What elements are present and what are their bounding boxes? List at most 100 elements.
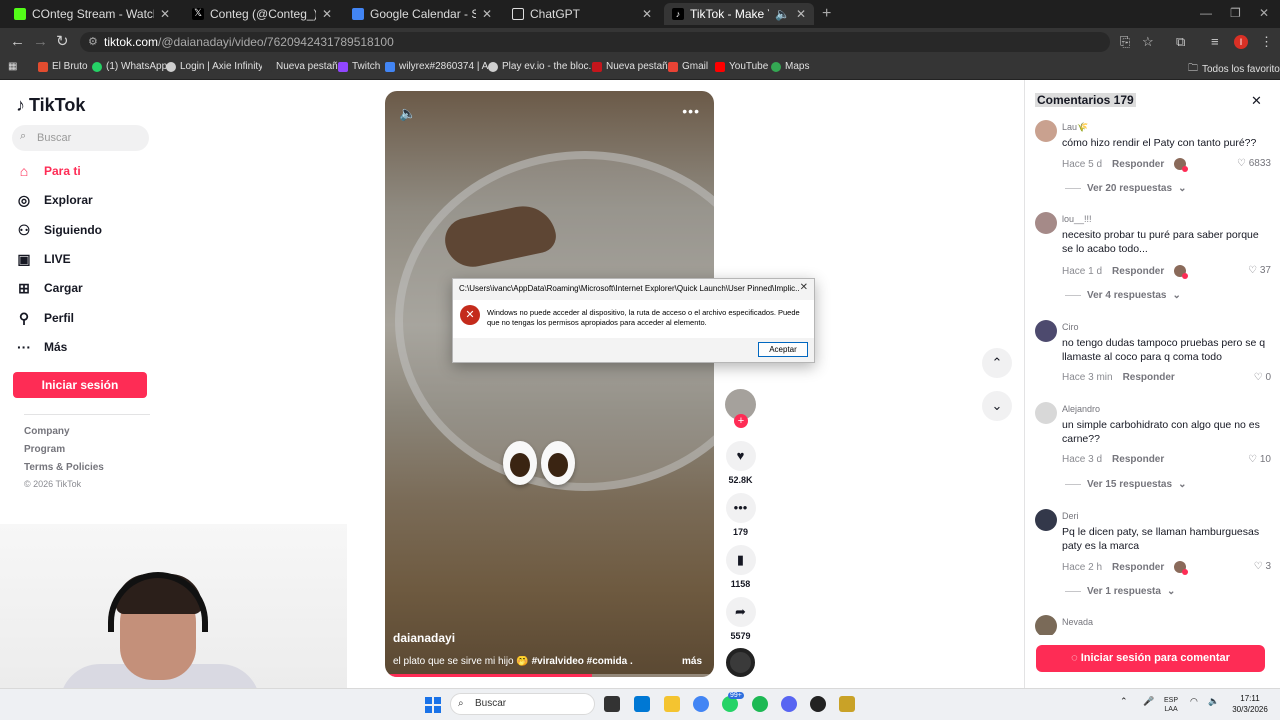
previous-video-button[interactable]: ⌃ <box>982 348 1012 378</box>
bookmark-youtube[interactable]: YouTube <box>715 61 768 72</box>
profile-avatar[interactable]: I <box>1234 35 1248 49</box>
obs-icon[interactable] <box>810 696 826 712</box>
comment-username[interactable]: Ciro <box>1062 322 1079 332</box>
nav-live[interactable]: ▣ LIVE <box>16 248 70 270</box>
cast-icon[interactable]: ⎘ <box>1120 34 1130 50</box>
reading-list-icon[interactable]: ≡ <box>1211 34 1219 49</box>
tab-x[interactable]: 𝕏 Conteg (@Conteg_) / X ✕ <box>184 3 340 25</box>
back-icon[interactable]: ← <box>10 33 25 51</box>
close-comments-icon[interactable]: ✕ <box>1251 93 1262 109</box>
comment-avatar[interactable] <box>1035 615 1057 635</box>
speaker-icon[interactable]: 🔈 <box>775 7 790 21</box>
comment-avatar[interactable] <box>1035 212 1057 234</box>
footer-program-link[interactable]: Program <box>24 444 65 455</box>
taskbar-clock[interactable]: 17:11 30/3/2026 <box>1228 693 1272 715</box>
reply-button[interactable]: Responder <box>1112 454 1164 465</box>
bookmark-wilyrex[interactable]: wilyrex#2860374 | A... <box>385 61 497 72</box>
comment-action[interactable]: ••• 179 <box>725 493 756 537</box>
share-action[interactable]: ➦ 5579 <box>725 597 756 641</box>
apps-grid-icon[interactable]: ▦ <box>8 61 17 72</box>
like-action[interactable]: ♥ 52.8K <box>725 441 756 485</box>
comment-username[interactable]: Nevada <box>1062 617 1093 627</box>
reload-icon[interactable]: ↻ <box>56 33 69 51</box>
store-icon[interactable] <box>634 696 650 712</box>
volume-tray-icon[interactable]: 🔈 <box>1208 696 1219 707</box>
tab-calendar[interactable]: Google Calendar - Semana del ✕ <box>344 3 500 25</box>
video-author[interactable]: daianadayi <box>393 631 455 645</box>
minimize-icon[interactable]: — <box>1200 6 1212 20</box>
login-to-comment-button[interactable]: ◌ Iniciar sesión para comentar <box>1036 645 1265 672</box>
discord-icon[interactable] <box>781 696 797 712</box>
comment-avatar[interactable] <box>1035 402 1057 424</box>
tab-chatgpt[interactable]: ChatGPT ✕ <box>504 3 660 25</box>
close-icon[interactable]: ✕ <box>642 7 652 21</box>
bookmark-new-tab-1[interactable]: Nueva pestaña <box>262 61 343 72</box>
extensions-icon[interactable]: ⧉ <box>1176 34 1185 50</box>
reply-button[interactable]: Responder <box>1112 266 1164 277</box>
comment-like-button[interactable]: ♡ 10 <box>1248 454 1271 465</box>
comment-like-button[interactable]: ♡ 37 <box>1248 265 1271 276</box>
comment-username[interactable]: Alejandro <box>1062 404 1100 414</box>
comment-avatar[interactable] <box>1035 120 1057 142</box>
comment-like-button[interactable]: ♡ 6833 <box>1237 158 1271 169</box>
search-input[interactable]: Buscar <box>12 125 149 151</box>
dialog-close-icon[interactable]: ✕ <box>800 282 808 293</box>
nav-para-ti[interactable]: ⌂ Para ti <box>16 160 81 182</box>
next-video-button[interactable]: ⌄ <box>982 391 1012 421</box>
close-icon[interactable]: ✕ <box>322 7 332 21</box>
nav-explorar[interactable]: ◎ Explorar <box>16 189 93 211</box>
comment-like-button[interactable]: ♡ 3 <box>1254 561 1271 572</box>
maximize-icon[interactable]: ❐ <box>1230 6 1241 20</box>
caption-hashtags[interactable]: #viralvideo #comida ... <box>532 656 633 667</box>
nav-cargar[interactable]: ⊞ Cargar <box>16 277 83 299</box>
follow-plus-icon[interactable]: + <box>734 414 748 428</box>
bookmark-el-bruto[interactable]: El Bruto <box>38 61 88 72</box>
forward-icon[interactable]: → <box>33 33 48 51</box>
app-icon[interactable] <box>839 696 855 712</box>
nav-mas[interactable]: ··· Más <box>16 336 67 358</box>
tab-kick[interactable]: COnteg Stream - Watch Live on ✕ <box>6 3 178 25</box>
all-bookmarks-folder[interactable]: 🗀 Todos los favoritos <box>1188 61 1280 78</box>
login-button[interactable]: Iniciar sesión <box>13 372 147 398</box>
bookmark-whatsapp[interactable]: (1) WhatsApp <box>92 61 167 72</box>
close-icon[interactable]: ✕ <box>160 7 170 21</box>
windows-start-icon[interactable] <box>425 697 441 713</box>
video-player[interactable]: 🔈 ••• daianadayi el plato que se sirve m… <box>385 91 714 677</box>
comment-avatar[interactable] <box>1035 509 1057 531</box>
comment-username[interactable]: Lau🌾 <box>1062 122 1088 133</box>
file-explorer-icon[interactable] <box>664 696 680 712</box>
view-replies-button[interactable]: Ver 15 respuestas ⌄ <box>1065 479 1186 490</box>
taskbar-search[interactable]: Buscar <box>450 693 595 715</box>
dialog-ok-button[interactable]: Aceptar <box>758 342 808 357</box>
bookmark-star-icon[interactable]: ☆ <box>1142 34 1154 50</box>
wifi-icon[interactable]: ◠ <box>1190 696 1198 707</box>
bookmark-gmail[interactable]: Gmail <box>668 61 708 72</box>
comment-username[interactable]: Deri <box>1062 511 1079 521</box>
reply-button[interactable]: Responder <box>1112 562 1164 573</box>
view-replies-button[interactable]: Ver 1 respuesta ⌄ <box>1065 586 1175 597</box>
comment-username[interactable]: lou__!!! <box>1062 214 1092 224</box>
tab-tiktok[interactable]: ♪ TikTok - Make Your Day 🔈 ✕ <box>664 3 814 25</box>
nav-siguiendo[interactable]: ⚇ Siguiendo <box>16 219 102 241</box>
comment-avatar[interactable] <box>1035 320 1057 342</box>
spotify-icon[interactable] <box>752 696 768 712</box>
menu-kebab-icon[interactable]: ⋮ <box>1260 34 1273 50</box>
music-disc-icon[interactable] <box>726 648 755 677</box>
close-icon[interactable]: ✕ <box>796 7 806 21</box>
close-window-icon[interactable]: ✕ <box>1259 6 1269 20</box>
task-view-icon[interactable] <box>604 696 620 712</box>
chrome-icon[interactable] <box>693 696 709 712</box>
bookmark-new-tab-2[interactable]: Nueva pestaña <box>592 61 673 72</box>
view-replies-button[interactable]: Ver 20 respuestas ⌄ <box>1065 183 1186 194</box>
comment-like-button[interactable]: ♡ 0 <box>1254 372 1271 383</box>
bookmark-evio[interactable]: Play ev.io - the bloc... <box>488 61 597 72</box>
site-info-icon[interactable]: ⚙ <box>88 35 98 48</box>
url-bar[interactable]: tiktok.com/@daianadayi/video/76209424317… <box>80 32 1110 52</box>
tray-chevron-up-icon[interactable]: ⌃ <box>1120 696 1128 707</box>
language-indicator[interactable]: ESP LAA <box>1164 696 1178 714</box>
bookmark-maps[interactable]: Maps <box>771 61 809 72</box>
microphone-icon[interactable]: 🎤 <box>1143 696 1154 707</box>
video-progress-bar[interactable] <box>385 674 714 677</box>
reply-button[interactable]: Responder <box>1123 372 1175 383</box>
footer-company-link[interactable]: Company <box>24 426 70 437</box>
